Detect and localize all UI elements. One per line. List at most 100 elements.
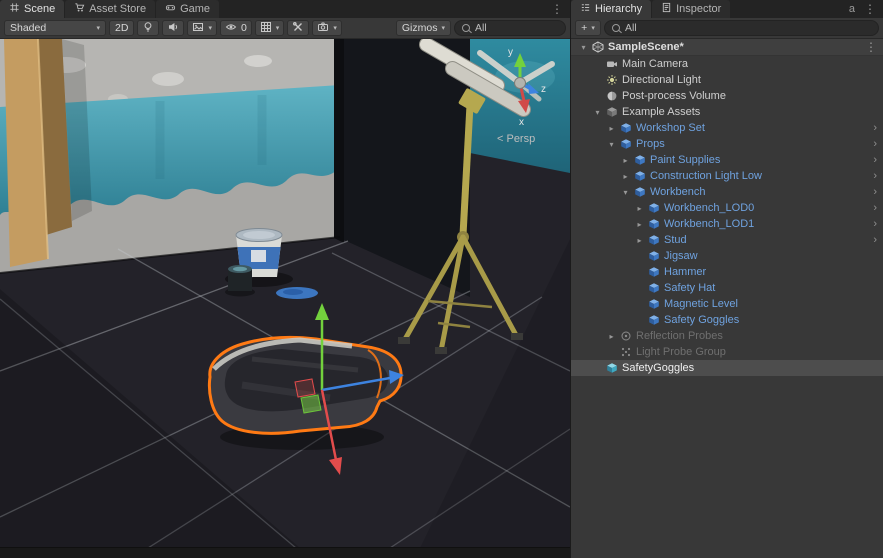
hierarchy-row[interactable]: ▸Workbench_LOD1› — [571, 216, 883, 232]
expand-arrow-icon[interactable]: ▸ — [633, 236, 646, 245]
paint-can[interactable] — [225, 265, 255, 297]
create-object-button[interactable]: + ▾ — [575, 20, 601, 36]
2d-label: 2D — [115, 22, 128, 34]
expand-arrow-icon[interactable]: ▾ — [605, 140, 618, 149]
gizmo-plane-x[interactable] — [295, 379, 315, 397]
scene-options-kebab-icon[interactable]: ⋮ — [865, 40, 883, 54]
open-prefab-chevron-icon[interactable]: › — [873, 154, 883, 166]
open-prefab-chevron-icon[interactable]: › — [873, 186, 883, 198]
scene-search-input[interactable]: All — [454, 20, 566, 36]
expand-arrow-icon[interactable]: ▾ — [591, 108, 604, 117]
open-prefab-chevron-icon[interactable]: › — [873, 218, 883, 230]
hierarchy-row[interactable]: ▸Workshop Set› — [571, 120, 883, 136]
expand-arrow-icon[interactable]: ▸ — [605, 124, 618, 133]
hierarchy-list-icon — [580, 2, 591, 16]
wall-corner-shadow — [334, 39, 344, 243]
scene-tabbar: Scene Asset Store Game ⋮ — [0, 0, 570, 18]
hierarchy-item-label: Stud — [662, 234, 687, 246]
scene-grid-icon — [9, 2, 20, 16]
hierarchy-item-label: Hammer — [662, 266, 706, 278]
blue-rag[interactable] — [276, 287, 318, 299]
expand-arrow-icon[interactable]: ▸ — [633, 220, 646, 229]
hierarchy-panel-menu-icon[interactable]: ⋮ — [857, 0, 883, 18]
scene-panel-menu-icon[interactable]: ⋮ — [544, 0, 570, 18]
hierarchy-search-input[interactable]: All — [604, 20, 879, 36]
chevron-down-icon: ▾ — [333, 25, 337, 32]
tab-game[interactable]: Game — [156, 0, 219, 18]
expand-arrow-icon[interactable]: ▸ — [633, 204, 646, 213]
open-prefab-chevron-icon[interactable]: › — [873, 122, 883, 134]
hierarchy-row[interactable]: ▾Workbench› — [571, 184, 883, 200]
hierarchy-row[interactable]: ▸ Paint Supplies › — [571, 152, 883, 168]
hierarchy-row[interactable]: ▸ Stud › — [571, 232, 883, 248]
account-icon[interactable]: a — [847, 0, 857, 18]
hierarchy-row[interactable]: Post-process Volume — [571, 88, 883, 104]
scene-audio-toggle[interactable] — [162, 20, 184, 36]
perspective-toggle[interactable]: < Persp — [497, 133, 535, 145]
hierarchy-row[interactable]: ▸Workbench_LOD0› — [571, 200, 883, 216]
hierarchy-row[interactable]: ▸Construction Light Low› — [571, 168, 883, 184]
volume-icon — [604, 90, 620, 102]
hierarchy-item-label: SampleScene* — [606, 41, 684, 53]
hierarchy-row[interactable]: Directional Light — [571, 72, 883, 88]
expand-arrow-icon[interactable]: ▸ — [619, 156, 632, 165]
2d-toggle[interactable]: 2D — [109, 20, 134, 36]
cube-blue-icon — [632, 154, 648, 166]
scene-camera-dropdown[interactable]: ▾ — [312, 20, 342, 36]
open-prefab-chevron-icon[interactable]: › — [873, 202, 883, 214]
expand-arrow-icon[interactable]: ▾ — [577, 43, 590, 52]
scene-icon — [590, 41, 606, 53]
hierarchy-item-label: Post-process Volume — [620, 90, 726, 102]
open-prefab-chevron-icon[interactable]: › — [873, 234, 883, 246]
hierarchy-row[interactable]: ▾ SampleScene* ⋮ — [571, 39, 883, 56]
hierarchy-item-label: SafetyGoggles — [620, 362, 694, 374]
search-value: All — [475, 22, 487, 34]
shading-mode-dropdown[interactable]: Shaded ▾ — [4, 20, 106, 36]
hierarchy-row[interactable]: ▸ Reflection Probes — [571, 328, 883, 344]
plus-icon: + — [581, 22, 587, 34]
gizmo-plane-y[interactable] — [301, 395, 321, 413]
hierarchy-row[interactable]: Safety Goggles — [571, 312, 883, 328]
scene-3d-canvas[interactable]: y x z < Persp — [0, 39, 570, 547]
grid-icon — [260, 21, 272, 36]
tab-hierarchy[interactable]: Hierarchy — [571, 0, 651, 18]
hierarchy-tabbar: Hierarchy Inspector a ⋮ — [571, 0, 883, 18]
tab-scene[interactable]: Scene — [0, 0, 64, 18]
eye-icon — [225, 21, 237, 36]
cube-blue-icon — [618, 122, 634, 134]
expand-arrow-icon[interactable]: ▸ — [619, 172, 632, 181]
axis-x-label: x — [519, 117, 524, 128]
hierarchy-item-label: Paint Supplies — [648, 154, 720, 166]
gizmos-dropdown[interactable]: Gizmos ▾ — [396, 20, 451, 36]
hierarchy-item-label: Jigsaw — [662, 250, 698, 262]
scene-effects-dropdown[interactable]: ▾ — [187, 20, 217, 36]
open-prefab-chevron-icon[interactable]: › — [873, 170, 883, 182]
hierarchy-row[interactable]: Jigsaw — [571, 248, 883, 264]
hierarchy-row[interactable]: Main Camera — [571, 56, 883, 72]
hierarchy-row[interactable]: ▾Props› — [571, 136, 883, 152]
scene-viewport[interactable]: y x z < Persp — [0, 39, 570, 547]
hierarchy-row[interactable]: SafetyGoggles — [571, 360, 883, 376]
tab-label: Asset Store — [89, 3, 146, 15]
hierarchy-item-label: Reflection Probes — [634, 330, 723, 342]
tab-inspector[interactable]: Inspector — [652, 0, 730, 18]
hierarchy-row[interactable]: Light Probe Group — [571, 344, 883, 360]
inspector-icon — [661, 2, 672, 16]
grid-settings-dropdown[interactable]: ▾ — [255, 20, 285, 36]
scene-visibility-toggle[interactable]: 0 — [220, 20, 252, 36]
cube-blue-icon — [646, 202, 662, 214]
unity-editor-window: Scene Asset Store Game ⋮ Shaded ▾ 2D — [0, 0, 883, 558]
expand-arrow-icon[interactable]: ▾ — [619, 188, 632, 197]
open-prefab-chevron-icon[interactable]: › — [873, 138, 883, 150]
hierarchy-row[interactable]: Safety Hat — [571, 280, 883, 296]
scene-lighting-toggle[interactable] — [137, 20, 159, 36]
hierarchy-panel: Hierarchy Inspector a ⋮ + ▾ All ▾ SampleS… — [570, 0, 883, 558]
editor-tools-button[interactable] — [287, 20, 309, 36]
hierarchy-row[interactable]: Magnetic Level — [571, 296, 883, 312]
cube-blue-icon — [618, 138, 634, 150]
hierarchy-row[interactable]: ▾Example Assets — [571, 104, 883, 120]
tab-asset-store[interactable]: Asset Store — [65, 0, 155, 18]
expand-arrow-icon[interactable]: ▸ — [605, 332, 618, 341]
hierarchy-row[interactable]: Hammer — [571, 264, 883, 280]
axis-y-label: y — [508, 47, 513, 58]
